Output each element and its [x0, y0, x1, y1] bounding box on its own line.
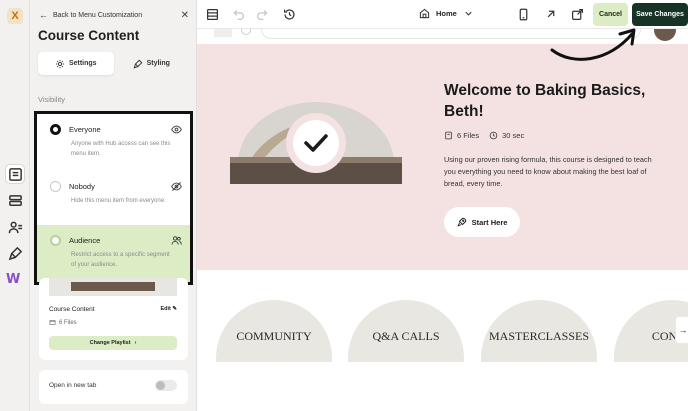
option-desc: Hide this menu item from everyone. — [71, 198, 166, 204]
playlist-title: Course Content — [49, 306, 95, 313]
sections-icon[interactable] — [205, 7, 219, 21]
icon-rail: X W — [0, 0, 30, 411]
brand-logo[interactable]: X — [7, 8, 23, 24]
panel-title: Course Content — [38, 28, 140, 43]
folder-icon — [49, 320, 56, 325]
page-name: Home — [436, 9, 457, 18]
arrow-right-icon[interactable]: → — [675, 316, 688, 344]
tab-styling[interactable]: Styling — [114, 52, 190, 75]
layers-icon[interactable] — [6, 191, 24, 209]
save-button[interactable]: Save Changes — [632, 3, 688, 26]
option-audience[interactable]: Audience Restrict access to a specific s… — [37, 225, 190, 282]
brush-icon[interactable] — [6, 244, 24, 262]
file-icon — [445, 131, 452, 140]
chevron-down-icon — [465, 11, 472, 16]
hero-description: Using our proven rising formula, this co… — [444, 155, 652, 188]
new-tab-toggle[interactable] — [155, 380, 177, 391]
home-icon — [419, 8, 430, 19]
panel-tabs: Settings Styling — [38, 52, 189, 75]
course-meta: 6 Files 30 sec — [444, 131, 524, 140]
radio-everyone[interactable] — [50, 123, 61, 135]
new-tab-label: Open in new tab — [49, 382, 97, 389]
cancel-button[interactable]: Cancel — [593, 3, 628, 26]
header-thumbnail — [214, 29, 232, 37]
files-count: 6 Files — [49, 319, 77, 326]
mobile-preview-icon[interactable] — [516, 7, 530, 21]
hero-image — [230, 102, 402, 184]
brush-icon — [133, 59, 142, 68]
header-dot — [241, 29, 251, 35]
hero-section[interactable]: Welcome to Baking Basics, Beth! 6 Files … — [197, 44, 688, 270]
playlist-card: Course Content Edit ✎ 6 Files Change Pla… — [39, 278, 188, 360]
playlist-thumbnail — [49, 278, 177, 296]
chevron-right-icon: › — [134, 340, 137, 346]
eye-icon — [170, 123, 182, 135]
gear-icon — [55, 59, 64, 68]
start-here-button[interactable]: Start Here — [444, 207, 520, 237]
rocket-icon — [456, 217, 466, 227]
option-desc: Anyone with Hub access can see this menu… — [71, 141, 171, 157]
option-label: Nobody — [69, 181, 95, 191]
tab-settings-label: Settings — [68, 60, 97, 67]
tab-styling-label: Styling — [146, 60, 170, 67]
hero-title: Welcome to Baking Basics, Beth! — [444, 82, 646, 120]
eye-off-icon — [170, 180, 182, 192]
section-tile[interactable]: Q&A CALLS — [348, 300, 464, 362]
option-everyone[interactable]: Everyone Anyone with Hub access can see … — [37, 114, 190, 171]
back-link[interactable]: ← Back to Menu Customization ✕ — [39, 9, 189, 21]
radio-audience[interactable] — [50, 234, 61, 246]
option-nobody[interactable]: Nobody Hide this menu item from everyone… — [37, 171, 190, 225]
section-tile[interactable]: COMMUNITY — [216, 300, 332, 362]
wishpond-logo-icon[interactable]: W — [6, 272, 20, 287]
section-tile[interactable]: MASTERCLASSES — [481, 300, 597, 362]
avatar[interactable] — [654, 29, 676, 41]
back-label: Back to Menu Customization — [53, 11, 143, 19]
users-icon[interactable] — [6, 218, 24, 236]
visibility-label: Visibility — [38, 95, 65, 104]
option-desc: Restrict access to a specific segment of… — [71, 252, 170, 268]
pages-icon[interactable] — [6, 165, 24, 183]
undo-icon[interactable] — [231, 7, 245, 21]
open-external-icon[interactable] — [543, 7, 557, 21]
duration-meta: 30 sec — [489, 131, 524, 140]
page-selector[interactable]: Home — [419, 8, 474, 19]
audience-icon — [170, 234, 182, 246]
annotation-arrow-icon — [550, 28, 636, 61]
redo-icon[interactable] — [255, 7, 269, 21]
close-icon[interactable]: ✕ — [181, 10, 189, 21]
new-tab-card: Open in new tab — [39, 370, 188, 404]
history-icon[interactable] — [282, 7, 296, 21]
clock-icon — [489, 131, 498, 140]
change-playlist-button[interactable]: Change Playlist › — [49, 336, 177, 350]
arrow-left-icon: ← — [39, 10, 48, 20]
option-label: Audience — [69, 235, 101, 245]
edit-link[interactable]: Edit ✎ — [160, 306, 177, 313]
files-meta: 6 Files — [444, 131, 479, 140]
share-icon[interactable] — [570, 7, 584, 21]
page-canvas: Welcome to Baking Basics, Beth! 6 Files … — [197, 29, 688, 411]
radio-nobody[interactable] — [50, 180, 61, 192]
visibility-options: Everyone Anyone with Hub access can see … — [34, 111, 193, 285]
editor-toolbar: Home Cancel Save Changes — [197, 0, 688, 29]
option-label: Everyone — [69, 124, 101, 134]
tab-settings[interactable]: Settings — [38, 52, 114, 75]
